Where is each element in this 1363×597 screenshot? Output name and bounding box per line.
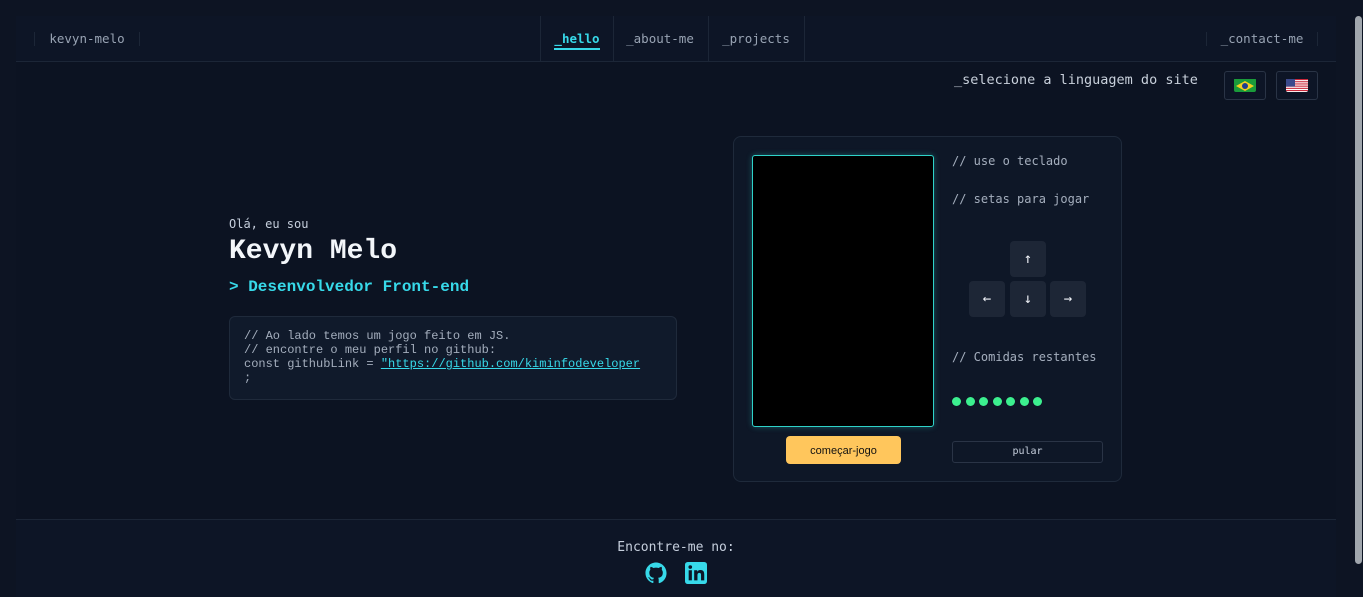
github-icon[interactable] (645, 562, 667, 584)
top-nav: kevyn-melo _hello _about-me _projects _c… (16, 16, 1336, 62)
food-dot (992, 397, 1002, 406)
food-dot (965, 397, 975, 406)
arrow-left-key[interactable]: ← (969, 281, 1005, 317)
arrow-right-key[interactable]: → (1050, 281, 1086, 317)
us-flag-icon (1286, 78, 1308, 92)
nav-about-me[interactable]: _about-me (612, 16, 709, 61)
arrow-down-key[interactable]: ↓ (1010, 281, 1046, 317)
greeting: Olá, eu sou (229, 217, 309, 231)
language-pt-button[interactable] (1224, 71, 1266, 100)
game-canvas[interactable] (752, 155, 934, 427)
nav-contact-me[interactable]: _contact-me (1206, 32, 1318, 46)
start-game-button[interactable]: começar-jogo (786, 436, 901, 464)
code-line-1: // Ao lado temos um jogo feito em JS. (244, 329, 511, 343)
code-const: const githubLink = (244, 357, 381, 371)
hero-name: Kevyn Melo (229, 236, 398, 267)
language-label: _selecione a linguagem do site (954, 72, 1198, 88)
food-dot (952, 397, 961, 406)
brand-name[interactable]: kevyn-melo (34, 32, 140, 46)
code-line-2: // encontre o meu perfil no github: (244, 343, 497, 357)
code-line-4: ; (244, 371, 252, 385)
footer-label: Encontre-me no: (617, 540, 735, 555)
github-link[interactable]: "https://github.com/kiminfodeveloper (381, 357, 640, 371)
code-line-3: const githubLink = "https://github.com/k… (244, 357, 662, 371)
hero-role: > Desenvolvedor Front-end (229, 278, 470, 296)
nav-hello[interactable]: _hello (540, 16, 614, 61)
game-hint-arrows: // setas para jogar (952, 192, 1090, 206)
linkedin-icon[interactable] (685, 562, 707, 584)
game-hint-keyboard: // use o teclado (952, 154, 1068, 168)
skip-button[interactable]: pular (952, 441, 1103, 463)
br-flag-icon (1234, 78, 1256, 92)
nav-projects[interactable]: _projects (708, 16, 805, 61)
food-dot (1033, 397, 1042, 406)
code-snippet: // Ao lado temos um jogo feito em JS. //… (229, 316, 677, 400)
footer: Encontre-me no: (16, 519, 1336, 597)
food-remaining-label: // Comidas restantes (952, 350, 1097, 364)
scrollbar-thumb[interactable] (1355, 16, 1362, 564)
language-en-button[interactable] (1276, 71, 1318, 100)
food-remaining-indicator (952, 397, 1047, 407)
food-dot (1006, 397, 1015, 406)
food-dot (979, 397, 988, 406)
page-frame (16, 16, 1336, 596)
nav-hello-label: _hello (554, 31, 600, 50)
arrow-up-key[interactable]: ↑ (1010, 241, 1046, 277)
food-dot (1019, 397, 1029, 406)
